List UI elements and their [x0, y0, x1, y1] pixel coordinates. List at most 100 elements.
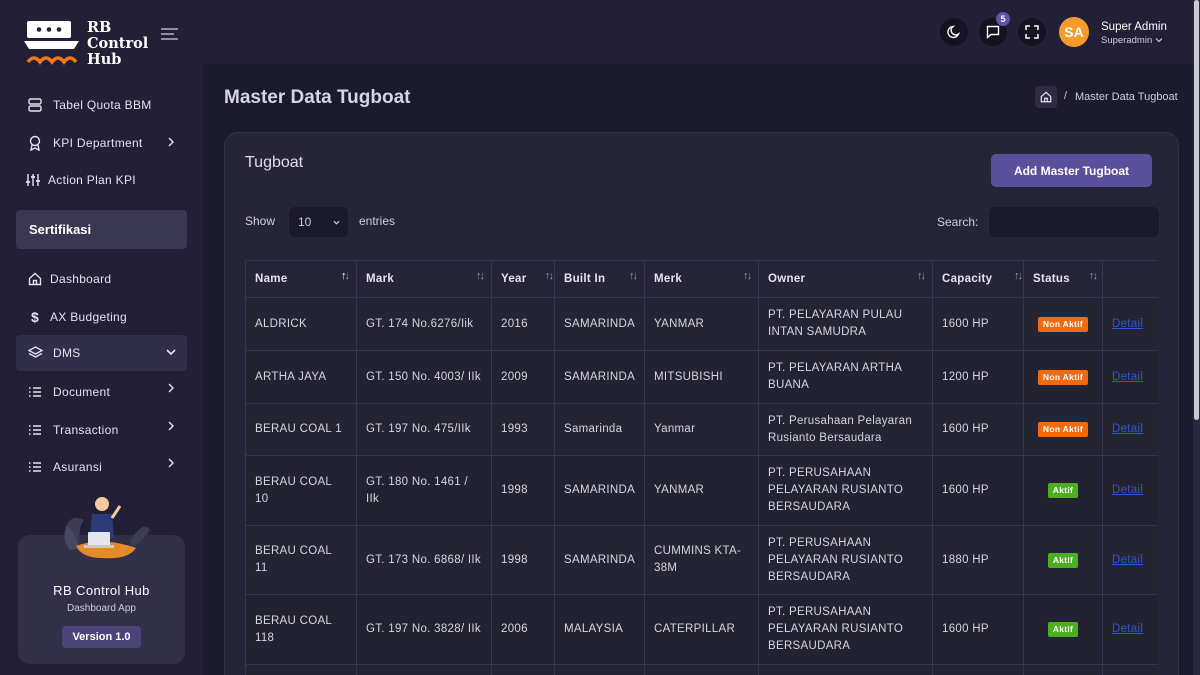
home-icon [1040, 91, 1052, 103]
search-input[interactable] [989, 207, 1159, 237]
column-header-status[interactable]: Status ↑↓ [1023, 260, 1103, 298]
column-header-year[interactable]: Year ↑↓ [491, 260, 555, 298]
status-badge: Non Aktif [1037, 422, 1089, 437]
cell-name: BERAU COAL 11 [245, 525, 357, 595]
cell-action: Detail [1102, 455, 1158, 526]
add-master-tugboat-button[interactable]: Add Master Tugboat [991, 154, 1152, 187]
chevron-down-icon [166, 349, 176, 356]
sidebar-item-label: Tabel Quota BBM [53, 98, 152, 112]
sidebar-item-asuransi[interactable]: Asuransi [16, 449, 187, 485]
column-header-built-in[interactable]: Built In ↑↓ [554, 260, 645, 298]
user-name[interactable]: Super Admin [1101, 21, 1167, 33]
sidebar-item-document[interactable]: Document [16, 374, 187, 410]
user-role-dropdown[interactable]: Superadmin [1101, 35, 1163, 46]
breadcrumb-home[interactable] [1035, 86, 1057, 108]
message-icon [986, 25, 1000, 39]
chevron-right-icon [168, 421, 174, 431]
status-badge: Aktif [1047, 622, 1079, 637]
cell-mark: GT. 197 No. 475/IIk [356, 403, 492, 456]
cell-built-in: Samarinda [554, 403, 645, 456]
table-row: BERAU COAL 118 GT. 197 No. 3828/ IIk 200… [245, 594, 1158, 665]
sidebar-item-action-plan-kpi[interactable]: Action Plan KPI [16, 162, 187, 198]
promo-title: RB Control Hub [53, 583, 150, 598]
sort-icon: ↑↓ [545, 270, 554, 282]
dark-mode-toggle[interactable] [940, 18, 968, 46]
column-header-action[interactable]: ↑↓ [1102, 260, 1158, 298]
status-badge: Non Aktif [1037, 369, 1089, 385]
sidebar-item-dms[interactable]: DMS [16, 335, 187, 371]
sort-icon: ↑↓ [1014, 270, 1023, 282]
topbar: 5 SA Super Admin Superadmin [203, 0, 1200, 64]
sort-icon: ↑↓ [629, 270, 638, 282]
fullscreen-button[interactable] [1018, 18, 1046, 46]
dollar-icon: $ [30, 309, 40, 325]
show-label: Show [245, 214, 276, 228]
version-badge[interactable]: Version 1.0 [62, 626, 141, 648]
breadcrumb-separator: / [1064, 90, 1068, 102]
chevron-right-icon [168, 458, 174, 468]
cell-mark: GT. 197 No. 3828/ IIk [356, 594, 492, 665]
sort-icon: ↑↓ [917, 270, 926, 282]
menu-toggle-icon[interactable] [161, 28, 178, 42]
table-header-row: Name ↑↓ Mark ↑↓ Year ↑↓ Built In ↑↓ Merk ↑↓ O… [245, 260, 1158, 298]
column-header-name[interactable]: Name ↑↓ [245, 260, 357, 298]
cell-status: Non Aktif [1023, 297, 1103, 351]
detail-link[interactable]: Detail [1112, 423, 1143, 435]
sort-icon: ↑↓ [1089, 270, 1098, 282]
sidebar-item-dashboard[interactable]: Dashboard [16, 261, 187, 297]
cell-merk: YANMAR [644, 455, 759, 526]
sidebar-item-label: Document [53, 385, 111, 399]
cell-year: 2006 [491, 594, 555, 665]
column-header-merk[interactable]: Merk ↑↓ [644, 260, 759, 298]
home-icon [26, 270, 44, 288]
cell-year: 1993 [491, 403, 555, 456]
cell-built-in: SAMARINDA [554, 525, 645, 595]
sort-icon: ↑↓ [743, 270, 752, 282]
column-header-mark[interactable]: Mark ↑↓ [356, 260, 492, 298]
entries-label: entries [359, 214, 396, 228]
detail-link[interactable]: Detail [1112, 484, 1143, 496]
status-badge: Aktif [1047, 483, 1079, 498]
table-container: Name ↑↓ Mark ↑↓ Year ↑↓ Built In ↑↓ Merk ↑↓ O… [245, 260, 1158, 675]
chevron-right-icon [168, 137, 174, 147]
sidebar-item-kpi-department[interactable]: KPI Department [16, 125, 187, 161]
scrollbar-thumb[interactable] [1194, 0, 1199, 420]
cell-year: 1998 [491, 455, 555, 526]
cell-owner: PT. PERUSAHAAN PELAYARAN RUSIANTO BERSAU… [758, 594, 933, 665]
status-badge: Aktif [1047, 552, 1079, 568]
cell-built-in: SAMARINDA [554, 297, 645, 351]
award-icon [26, 134, 44, 152]
moon-icon [947, 25, 961, 39]
detail-link[interactable]: Detail [1112, 371, 1143, 383]
sidebar-item-ax-budgeting[interactable]: $ AX Budgeting [16, 299, 187, 335]
cell-merk: YANMAR [644, 297, 759, 351]
cell-merk: CATERPILLAR [644, 594, 759, 665]
user-avatar[interactable]: SA [1059, 17, 1089, 47]
sidebar-item-label: Dashboard [50, 272, 112, 286]
detail-link[interactable]: Detail [1112, 318, 1143, 330]
sidebar-item-label: DMS [53, 346, 81, 360]
cell-status: Aktif [1023, 594, 1103, 665]
cell-name: ALDRICK [245, 297, 357, 351]
page-scrollbar[interactable] [1193, 0, 1200, 675]
cell-capacity: 1880 HP [932, 525, 1024, 595]
cell-owner: PT. Perusahaan Pelayaran Rusianto Bersau… [758, 403, 933, 456]
cell-year: 2009 [491, 350, 555, 404]
entries-select[interactable]: 10 [289, 207, 348, 237]
list-icon [26, 383, 44, 401]
sidebar-section-sertifikasi[interactable]: Sertifikasi [16, 210, 187, 249]
table-row: BERAU COAL 11 GT. 173 No. 6868/ IIk 1998… [245, 525, 1158, 595]
sort-icon: ↑↓ [476, 270, 485, 282]
detail-link[interactable]: Detail [1112, 623, 1143, 635]
cell-built-in: MALAYSIA [554, 594, 645, 665]
detail-link[interactable]: Detail [1112, 554, 1143, 566]
sidebar-item-transaction[interactable]: Transaction [16, 412, 187, 448]
sidebar-item-tabel-quota-bbm[interactable]: Tabel Quota BBM [16, 87, 187, 123]
notifications-button[interactable]: 5 [979, 12, 1010, 46]
cell-name: BERAU COAL 10 [245, 455, 357, 526]
sort-asc-icon: ↑↓ [341, 270, 350, 282]
column-header-owner[interactable]: Owner ↑↓ [758, 260, 933, 298]
list-icon [26, 458, 44, 476]
app-logo[interactable]: RB Control Hub [24, 18, 184, 73]
column-header-capacity[interactable]: Capacity ↑↓ [932, 260, 1024, 298]
